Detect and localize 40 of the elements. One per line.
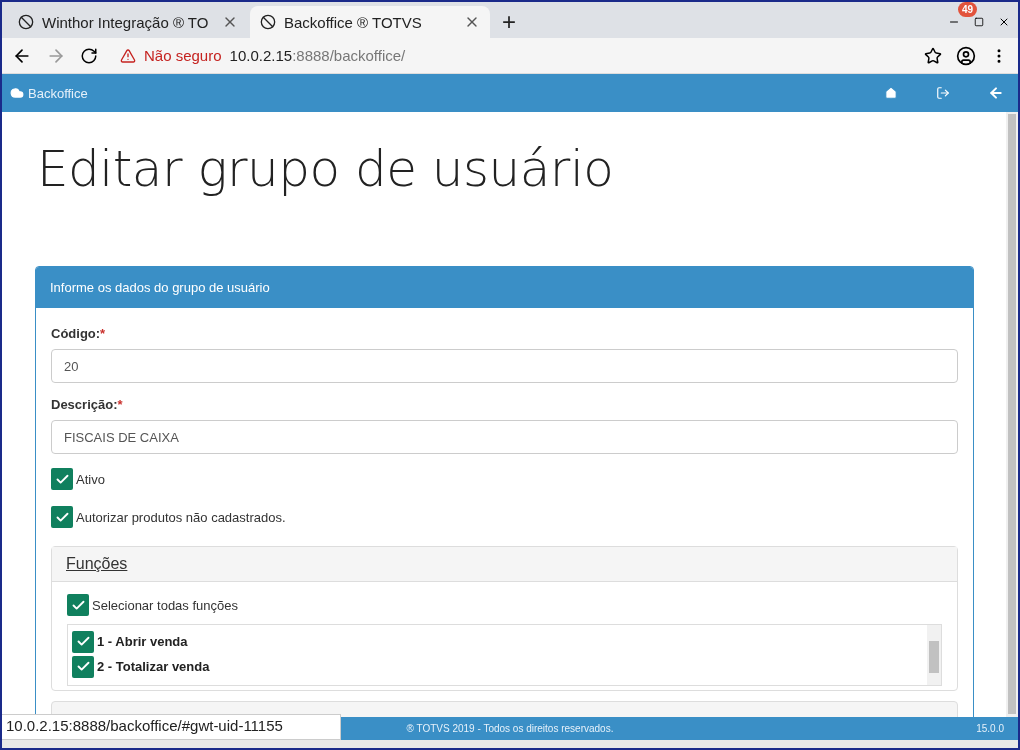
field-label: Código:*: [51, 326, 107, 341]
input-field[interactable]: FISCAIS DE CAIXA: [51, 420, 958, 454]
function-label: 2 - Totalizar venda: [97, 659, 210, 674]
checkbox-label: Selecionar todas funções: [92, 597, 238, 613]
checkbox[interactable]: [72, 655, 94, 678]
new-tab-button[interactable]: +: [492, 6, 526, 38]
logout-icon[interactable]: [936, 86, 950, 100]
tab-title: Winthor Integração ® TO: [42, 13, 210, 31]
cloud-icon: [10, 86, 24, 100]
version-text: 15.0.0: [976, 723, 1004, 734]
copyright-text: ® TOTVS 2019 - Todos os direitos reservados.: [406, 723, 614, 734]
check-icon: [75, 634, 91, 649]
profile-icon[interactable]: [956, 45, 976, 66]
maximize-icon[interactable]: [974, 17, 984, 27]
check-icon: [75, 659, 91, 674]
tab-title: Backoffice ® TOTVS: [284, 13, 423, 31]
close-icon[interactable]: [998, 16, 1010, 28]
checkbox-label: Autorizar produtos não cadastrados.: [76, 509, 286, 525]
url-text: 10.0.2.15:8888/backoffice/: [229, 47, 406, 64]
blocked-icon: [18, 14, 34, 30]
notification-badge: 49: [958, 2, 978, 17]
reload-icon[interactable]: [80, 46, 98, 65]
checkbox[interactable]: [72, 630, 94, 653]
blocked-icon: [260, 14, 276, 30]
input-field[interactable]: 20: [51, 349, 958, 383]
checkbox[interactable]: [51, 468, 73, 490]
status-url: 10.0.2.15:8888/backoffice/#gwt-uid-11155: [2, 714, 341, 740]
checkbox[interactable]: [67, 594, 89, 616]
star-icon[interactable]: [924, 46, 942, 65]
section-title[interactable]: Funções: [66, 555, 128, 572]
field-label: Descrição:*: [51, 397, 124, 412]
home-icon[interactable]: [884, 86, 898, 100]
panel-header: Informe os dados do grupo de usuário: [36, 267, 973, 308]
page-title: Editar grupo de usuário: [37, 140, 615, 198]
checkbox[interactable]: [51, 506, 73, 528]
browser-tab[interactable]: Backoffice ® TOTVS: [250, 6, 490, 38]
security-label: Não seguro: [144, 47, 222, 64]
checkbox-label: Ativo: [76, 471, 105, 487]
function-label: 1 - Abrir venda: [97, 634, 188, 649]
warning-icon: [120, 47, 136, 64]
